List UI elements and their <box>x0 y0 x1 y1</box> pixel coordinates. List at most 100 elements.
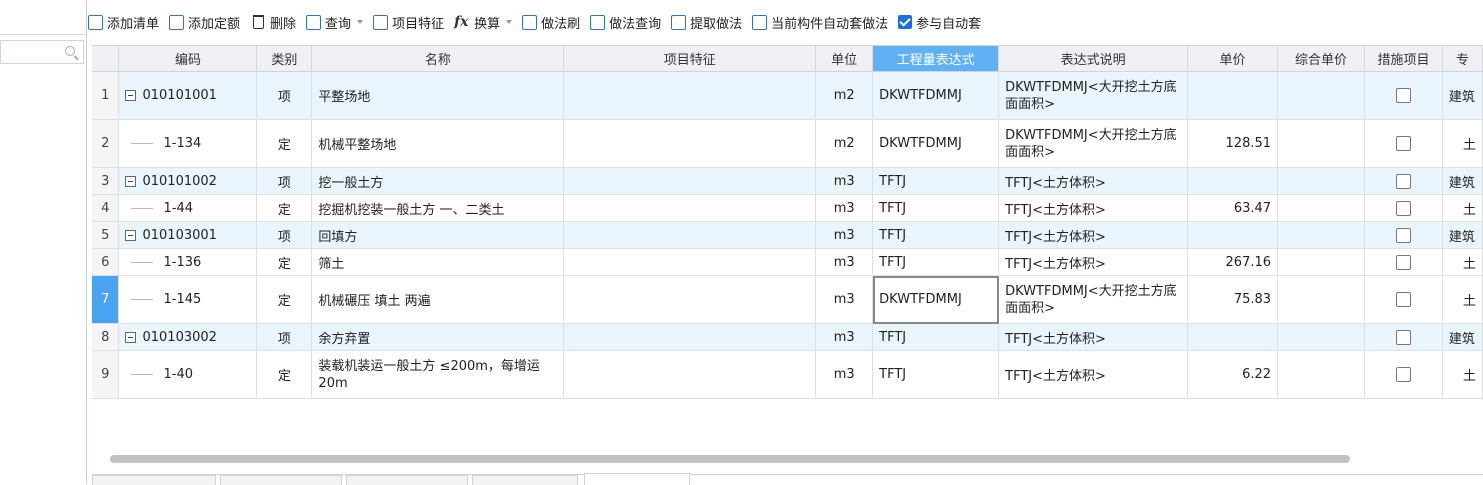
row-number[interactable]: 3 <box>92 167 120 195</box>
type-cell[interactable]: 定 <box>256 275 313 324</box>
type-cell[interactable]: 项 <box>256 323 313 351</box>
composite-price-cell[interactable] <box>1277 119 1365 168</box>
expression-cell[interactable]: TFTJ <box>872 350 1000 399</box>
unit-price-cell[interactable]: 267.16 <box>1187 248 1279 276</box>
unit-price-cell[interactable]: 75.83 <box>1187 275 1279 324</box>
unit-cell[interactable]: m3 <box>815 167 874 195</box>
chevron-down-icon[interactable] <box>357 20 364 24</box>
unit-price-cell[interactable]: 6.22 <box>1187 350 1279 399</box>
measure-item-cell[interactable] <box>1364 119 1443 168</box>
header-major[interactable]: 专 <box>1442 46 1483 72</box>
expression-desc-cell[interactable]: TFTJ<土方体积> <box>998 194 1189 222</box>
collapse-icon[interactable] <box>125 229 137 241</box>
name-cell[interactable]: 平整场地 <box>311 71 565 120</box>
expression-cell[interactable]: DKWTFDMMJ <box>872 71 1000 120</box>
unit-cell[interactable]: m3 <box>815 350 874 399</box>
name-cell[interactable]: 余方弃置 <box>311 323 565 351</box>
table-row[interactable]: 4 1-44 定 挖掘机挖装一般土方 一、二类土 m3 TFTJ TFTJ<土方… <box>92 194 1483 222</box>
bottom-tab[interactable] <box>472 475 578 485</box>
measure-item-cell[interactable] <box>1364 323 1443 351</box>
header-name[interactable]: 名称 <box>311 46 565 72</box>
major-cell[interactable]: 建筑 <box>1442 167 1483 195</box>
expression-cell[interactable]: TFTJ <box>872 221 1000 249</box>
name-cell[interactable]: 回填方 <box>311 221 565 249</box>
search-icon[interactable] <box>65 46 75 56</box>
checkbox-checked-icon[interactable] <box>898 15 913 29</box>
type-cell[interactable]: 定 <box>256 350 313 399</box>
name-cell[interactable]: 挖一般土方 <box>311 167 565 195</box>
collapse-icon[interactable] <box>125 175 137 187</box>
expression-cell-active[interactable]: DKWTFDMMJ <box>872 275 1000 324</box>
table-row[interactable]: 6 1-136 定 筛土 m3 TFTJ TFTJ<土方体积> 267.16 土 <box>92 248 1483 276</box>
chevron-down-icon[interactable] <box>506 20 513 24</box>
auto-apply-button[interactable]: 当前构件自动套做法 <box>752 10 888 34</box>
horizontal-scrollbar[interactable] <box>110 455 1350 463</box>
name-cell[interactable]: 装载机装运一般土方 ≤200m，每增运20m <box>311 350 565 399</box>
unit-cell[interactable]: m2 <box>815 119 874 168</box>
unit-price-cell[interactable] <box>1187 323 1279 351</box>
bottom-tab[interactable] <box>346 475 468 485</box>
header-feature[interactable]: 项目特征 <box>563 46 817 72</box>
bottom-tab-active[interactable] <box>584 473 690 485</box>
table-row-selected[interactable]: 7 1-145 定 机械碾压 填土 两遍 m3 DKWTFDMMJ DKWTFD… <box>92 275 1483 324</box>
feature-cell[interactable] <box>563 167 817 195</box>
measure-checkbox[interactable] <box>1395 292 1411 307</box>
name-cell[interactable]: 筛土 <box>311 248 565 276</box>
measure-checkbox[interactable] <box>1395 200 1411 216</box>
name-cell[interactable]: 挖掘机挖装一般土方 一、二类土 <box>311 194 565 222</box>
composite-price-cell[interactable] <box>1277 275 1365 324</box>
expression-cell[interactable]: TFTJ <box>872 167 1000 195</box>
feature-cell[interactable] <box>563 275 817 324</box>
add-list-button[interactable]: 添加清单 <box>88 10 159 34</box>
composite-price-cell[interactable] <box>1277 167 1365 195</box>
row-number[interactable]: 5 <box>92 221 120 249</box>
feature-cell[interactable] <box>563 71 817 120</box>
table-row[interactable]: 2 1-134 定 机械平整场地 m2 DKWTFDMMJ DKWTFDMMJ<… <box>92 119 1483 168</box>
major-cell[interactable]: 土 <box>1442 194 1483 222</box>
item-feature-button[interactable]: 项目特征 <box>373 10 444 34</box>
major-cell[interactable]: 土 <box>1442 119 1483 168</box>
code-cell[interactable]: 1-145 <box>118 275 258 324</box>
code-cell[interactable]: 1-40 <box>118 350 258 399</box>
bottom-tab[interactable] <box>92 475 216 485</box>
measure-checkbox[interactable] <box>1395 227 1411 243</box>
measure-checkbox[interactable] <box>1395 254 1411 270</box>
type-cell[interactable]: 项 <box>256 167 313 195</box>
header-code[interactable]: 编码 <box>118 46 258 72</box>
measure-item-cell[interactable] <box>1364 167 1443 195</box>
unit-cell[interactable]: m3 <box>815 221 874 249</box>
composite-price-cell[interactable] <box>1277 194 1365 222</box>
measure-item-cell[interactable] <box>1364 275 1443 324</box>
extract-method-button[interactable]: 提取做法 <box>671 10 742 34</box>
unit-price-cell[interactable] <box>1187 167 1279 195</box>
measure-item-cell[interactable] <box>1364 350 1443 399</box>
measure-checkbox[interactable] <box>1395 173 1411 189</box>
feature-cell[interactable] <box>563 221 817 249</box>
feature-cell[interactable] <box>563 350 817 399</box>
major-cell[interactable]: 土 <box>1442 248 1483 276</box>
row-number[interactable]: 4 <box>92 194 120 222</box>
expression-desc-cell[interactable]: DKWTFDMMJ<大开挖土方底面面积> <box>998 275 1189 324</box>
code-cell[interactable]: 010103002 <box>118 323 258 351</box>
unit-cell[interactable]: m3 <box>815 323 874 351</box>
feature-cell[interactable] <box>563 323 817 351</box>
unit-price-cell[interactable] <box>1187 71 1279 120</box>
composite-price-cell[interactable] <box>1277 248 1365 276</box>
header-unit[interactable]: 单位 <box>815 46 874 72</box>
unit-cell[interactable]: m3 <box>815 194 874 222</box>
code-cell[interactable]: 1-44 <box>118 194 258 222</box>
measure-item-cell[interactable] <box>1364 194 1443 222</box>
header-expression[interactable]: 工程量表达式 <box>872 46 1000 72</box>
measure-checkbox[interactable] <box>1395 136 1411 151</box>
expression-cell[interactable]: TFTJ <box>872 323 1000 351</box>
composite-price-cell[interactable] <box>1277 323 1365 351</box>
major-cell[interactable]: 土 <box>1442 275 1483 324</box>
participate-auto-checkbox[interactable]: 参与自动套 <box>898 10 981 34</box>
table-row[interactable]: 3 010101002 项 挖一般土方 m3 TFTJ TFTJ<土方体积> 建… <box>92 167 1483 195</box>
expression-desc-cell[interactable]: DKWTFDMMJ<大开挖土方底面面积> <box>998 71 1189 120</box>
expression-cell[interactable]: TFTJ <box>872 248 1000 276</box>
table-row[interactable]: 1 010101001 项 平整场地 m2 DKWTFDMMJ DKWTFDMM… <box>92 71 1483 120</box>
table-row[interactable]: 5 010103001 项 回填方 m3 TFTJ TFTJ<土方体积> 建筑 <box>92 221 1483 249</box>
expression-desc-cell[interactable]: TFTJ<土方体积> <box>998 167 1189 195</box>
header-expression-desc[interactable]: 表达式说明 <box>998 46 1189 72</box>
